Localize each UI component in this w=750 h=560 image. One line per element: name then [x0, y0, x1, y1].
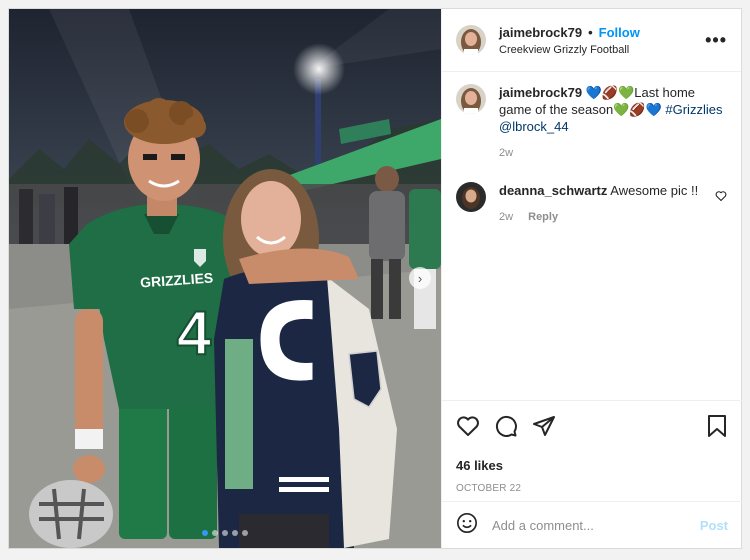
more-options-icon[interactable]: ••• — [705, 30, 727, 51]
avatar[interactable] — [456, 84, 486, 114]
comment-input[interactable] — [492, 517, 700, 533]
carousel-dot — [222, 530, 228, 536]
post-location[interactable]: Creekview Grizzly Football — [499, 44, 705, 56]
caption-emoji: 💚🏈💙 — [613, 102, 662, 117]
comment-username[interactable]: deanna_schwartz — [499, 183, 607, 198]
carousel-dot — [232, 530, 238, 536]
like-heart-icon[interactable] — [456, 414, 480, 438]
jersey-number: 4 — [177, 299, 212, 368]
like-comment-heart-icon[interactable] — [715, 190, 727, 202]
likes-count[interactable]: 46 likes — [456, 458, 728, 473]
post-actions: 46 likes OCTOBER 22 — [442, 400, 742, 494]
share-paper-plane-icon[interactable] — [532, 414, 556, 438]
hashtag-link[interactable]: #Grizzlies — [665, 102, 722, 117]
photo-illustration: GRIZZLIES 4 — [9, 9, 441, 548]
post-header: jaimebrock79 • Follow Creekview Grizzly … — [442, 9, 741, 72]
post-details-panel: jaimebrock79 • Follow Creekview Grizzly … — [441, 9, 742, 548]
carousel-dot — [242, 530, 248, 536]
instagram-post-modal: GRIZZLIES 4 › jaimebrock79 • Follow Cree… — [8, 8, 742, 549]
carousel-indicator — [9, 530, 441, 536]
comment-text: Awesome pic !! — [610, 183, 699, 198]
next-image-button[interactable]: › — [409, 267, 431, 289]
comments-section: jaimebrock79 💙🏈💚Last home game of the se… — [442, 72, 741, 400]
separator-dot: • — [588, 24, 593, 40]
comment-item: deanna_schwartz Awesome pic !! 2w Reply — [456, 182, 727, 226]
carousel-dot — [212, 530, 218, 536]
avatar[interactable] — [456, 182, 486, 212]
caption: jaimebrock79 💙🏈💚Last home game of the se… — [456, 84, 727, 162]
reply-button[interactable]: Reply — [528, 211, 558, 223]
post-comment-button[interactable]: Post — [700, 518, 728, 533]
avatar[interactable] — [456, 25, 486, 55]
save-bookmark-icon[interactable] — [706, 414, 728, 438]
comment-timestamp[interactable]: 2w — [499, 211, 513, 223]
emoji-smiley-icon[interactable] — [456, 512, 478, 539]
mention-link[interactable]: @lbrock_44 — [499, 119, 569, 134]
add-comment-bar: Post — [442, 501, 742, 548]
chevron-right-icon: › — [417, 270, 423, 286]
caption-timestamp[interactable]: 2w — [499, 147, 513, 159]
carousel-dot — [202, 530, 208, 536]
caption-username[interactable]: jaimebrock79 — [499, 85, 582, 100]
post-photo[interactable]: GRIZZLIES 4 › — [9, 9, 441, 548]
comment-bubble-icon[interactable] — [494, 414, 518, 438]
follow-button[interactable]: Follow — [599, 25, 640, 40]
post-author-username[interactable]: jaimebrock79 — [499, 25, 582, 40]
caption-emoji: 💙🏈💚 — [585, 85, 635, 100]
post-date: OCTOBER 22 — [456, 483, 522, 494]
